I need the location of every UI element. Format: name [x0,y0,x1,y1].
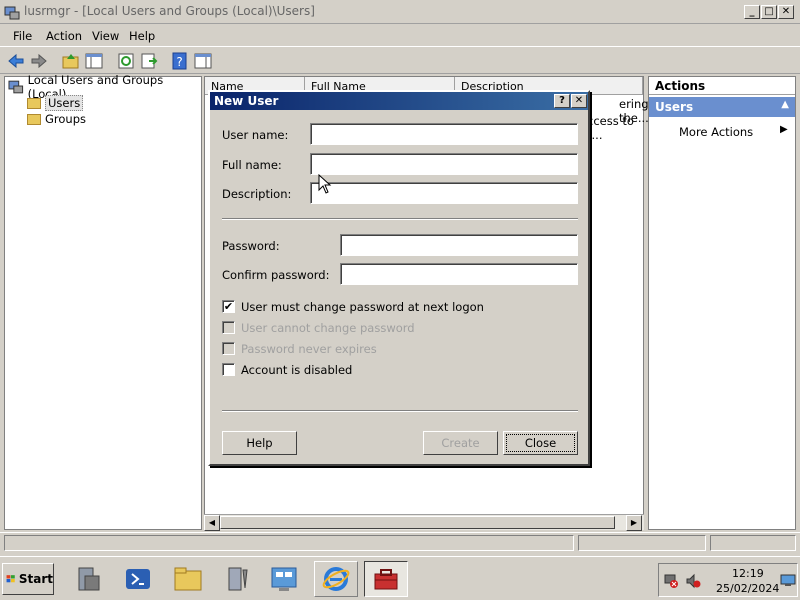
cannot-change-password-label: User cannot change password [241,321,415,335]
must-change-password-checkbox[interactable]: ✔ [222,300,235,313]
submenu-arrow-icon: ▶ [780,124,788,135]
horizontal-scrollbar[interactable]: ◀ ▶ [204,514,644,531]
actions-pane: Actions Users ▲ More Actions ▶ [648,76,796,530]
window-title: lusrmgr - [Local Users and Groups (Local… [24,4,315,18]
list-item[interactable]: ccess to t... [587,114,643,142]
account-disabled-checkbox[interactable] [222,363,235,376]
actions-section-label: Users [655,100,694,114]
help-icon[interactable]: ? [170,51,190,71]
scrollbar-thumb[interactable] [220,516,615,529]
help-button[interactable]: Help [222,431,297,455]
separator [222,218,578,220]
account-disabled-label[interactable]: Account is disabled [241,363,352,377]
tree-root[interactable]: Local Users and Groups (Local) [8,73,201,101]
export-list-icon[interactable] [139,51,159,71]
taskbar-tools[interactable] [216,561,260,597]
folder-icon [174,567,202,591]
close-window-button[interactable]: ✕ [778,5,794,19]
tree-item-label: Groups [45,112,87,126]
dialog-help-button[interactable]: ? [554,94,570,108]
username-label: User name: [222,128,289,142]
status-cell [710,535,796,551]
password-field[interactable] [340,234,578,256]
menu-help[interactable]: Help [129,29,155,43]
tree-item-users[interactable]: Users [27,95,84,111]
status-cell [4,535,574,551]
password-never-expires-label: Password never expires [241,342,377,356]
toolbox-icon [374,569,398,590]
new-user-dialog: New User ? ✕ User name: Full name: Descr… [208,90,590,466]
collapse-arrow-icon[interactable]: ▲ [781,99,789,110]
status-cell [578,535,706,551]
menu-bar: File Action View Help [0,25,800,46]
description-field[interactable] [310,182,578,204]
scroll-left-arrow-icon[interactable]: ◀ [204,515,220,531]
taskbar-control-panel[interactable] [262,561,306,597]
computer-management-icon [8,80,24,94]
maximize-button[interactable]: □ [761,5,777,19]
system-tray: 12:19 25/02/2024 [658,563,798,597]
network-warning-icon[interactable] [663,573,679,589]
taskbar-server-manager[interactable] [66,561,110,597]
taskbar-powershell[interactable] [116,561,160,597]
dialog-title: New User [214,94,279,108]
toolbar: ? [0,46,800,74]
password-label: Password: [222,239,280,253]
dialog-titlebar[interactable]: New User [210,92,588,110]
menu-action[interactable]: Action [46,29,82,43]
fullname-label: Full name: [222,158,282,172]
up-folder-icon[interactable] [61,51,81,71]
must-change-password-label[interactable]: User must change password at next logon [241,300,484,314]
cannot-change-password-checkbox[interactable] [222,321,235,334]
powershell-icon [126,569,150,589]
fullname-field[interactable] [310,153,578,175]
status-bar [0,532,800,552]
taskbar-internet-explorer[interactable] [314,561,358,597]
separator [222,410,578,412]
show-hide-tree-icon[interactable] [84,51,104,71]
start-button[interactable]: Start [2,563,54,595]
server-manager-icon [78,567,100,591]
windows-logo-icon [6,575,15,583]
actions-section-users[interactable]: Users ▲ [649,97,795,117]
menu-file[interactable]: File [13,29,32,43]
minimize-button[interactable]: _ [744,5,760,19]
tree-item-groups[interactable]: Groups [27,111,86,127]
mouse-pointer-icon [318,174,332,194]
show-desktop-icon[interactable] [780,572,796,588]
create-button[interactable]: Create [423,431,498,455]
svg-text:?: ? [176,55,182,69]
clock-time[interactable]: 12:19 [732,567,764,580]
refresh-icon[interactable] [116,51,136,71]
dialog-close-button[interactable]: ✕ [571,94,587,108]
description-label: Description: [222,187,292,201]
window-titlebar[interactable]: lusrmgr - [Local Users and Groups (Local… [0,0,800,24]
tree-item-label: Users [45,95,84,111]
folder-icon [27,113,41,125]
folder-icon [27,97,41,109]
password-never-expires-checkbox[interactable] [222,342,235,355]
more-actions-item[interactable]: More Actions [679,125,753,139]
scroll-right-arrow-icon[interactable]: ▶ [626,515,642,531]
start-label: Start [18,572,53,586]
username-field[interactable] [310,123,578,145]
confirm-password-field[interactable] [340,263,578,285]
computer-management-icon [4,6,20,20]
volume-muted-icon[interactable] [685,573,701,589]
menu-view[interactable]: View [92,29,119,43]
close-button[interactable]: Close [503,431,578,455]
taskbar-computer-management[interactable] [364,561,408,597]
internet-explorer-icon [322,567,350,591]
confirm-password-label: Confirm password: [222,268,330,282]
taskbar-explorer[interactable] [166,561,210,597]
taskbar: Start 12:19 25/02/2024 [0,556,800,600]
forward-arrow-icon[interactable] [29,51,49,71]
show-hide-action-pane-icon[interactable] [193,51,213,71]
actions-header: Actions [649,77,795,95]
admin-tools-icon [228,567,248,591]
back-arrow-icon[interactable] [6,51,26,71]
clock-date[interactable]: 25/02/2024 [716,582,779,595]
tree-pane: Local Users and Groups (Local) Users Gro… [4,73,202,530]
control-panel-icon [271,567,297,591]
